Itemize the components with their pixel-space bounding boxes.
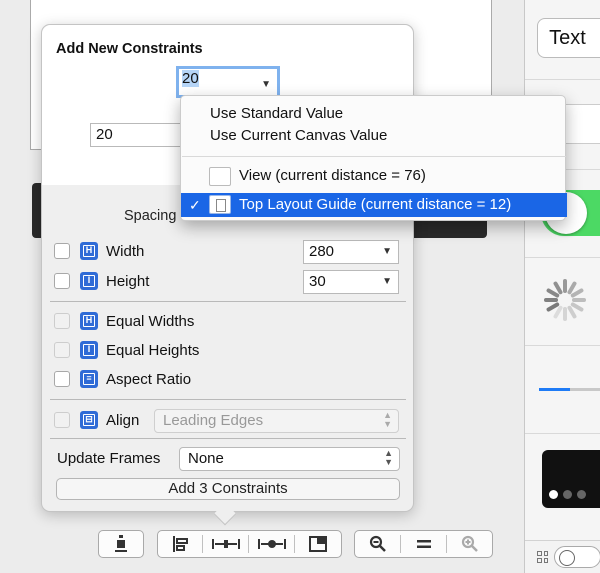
popover-title: Add New Constraints — [56, 41, 203, 57]
align-row: ⊟ Align — [54, 408, 139, 432]
equal-widths-icon: H — [80, 312, 98, 330]
progress-fill — [539, 388, 570, 391]
align-icon[interactable] — [158, 531, 202, 557]
page-dot — [577, 490, 586, 499]
zoom-in-icon[interactable] — [447, 531, 492, 557]
page-control-preview — [542, 450, 600, 508]
equal-heights-icon: I — [80, 341, 98, 359]
align-icon: ⊟ — [80, 411, 98, 429]
align-checkbox[interactable] — [54, 412, 70, 428]
aspect-ratio-row: ≡ Aspect Ratio — [54, 367, 191, 391]
chevron-down-icon[interactable]: ▼ — [261, 75, 271, 94]
equal-widths-label: Equal Widths — [106, 312, 195, 330]
library-item-page-control[interactable] — [525, 434, 600, 540]
left-spacing-field[interactable]: 20 — [90, 123, 186, 147]
filter-field[interactable] — [554, 546, 600, 568]
width-field[interactable]: 280 ▼ — [303, 240, 399, 264]
checkmark-icon: ✓ — [189, 197, 201, 213]
height-label: Height — [106, 272, 150, 290]
chevron-down-icon[interactable]: ▼ — [382, 271, 392, 293]
menu-item-standard-value[interactable]: Use Standard Value — [181, 103, 567, 125]
chevron-down-icon[interactable]: ▼ — [382, 241, 392, 263]
zoom-out-icon[interactable] — [355, 531, 400, 557]
update-frames-value: None — [188, 450, 224, 467]
divider — [50, 301, 406, 302]
library-footer — [525, 540, 600, 573]
height-row: I Height — [54, 269, 149, 293]
width-constraint-icon: H — [80, 242, 98, 260]
top-spacing-value: 20 — [182, 70, 199, 87]
menu-item-view[interactable]: View (current distance = 76) — [181, 165, 567, 187]
zoom-actual-icon[interactable] — [401, 531, 446, 557]
library-item-button[interactable]: Text — [525, 0, 600, 80]
aspect-ratio-label: Aspect Ratio — [106, 370, 192, 388]
library-item-progress-view[interactable] — [525, 346, 600, 434]
menu-item-top-layout-guide-label: Top Layout Guide (current distance = 12) — [239, 196, 512, 213]
height-constraint-icon: I — [80, 272, 98, 290]
activity-indicator-icon — [544, 279, 586, 321]
align-label: Align — [106, 411, 140, 429]
embed-icon[interactable] — [99, 531, 143, 557]
menu-item-canvas-value[interactable]: Use Current Canvas Value — [181, 125, 567, 147]
align-value: Leading Edges — [163, 412, 264, 429]
page-dot-active — [549, 490, 558, 499]
divider — [50, 438, 406, 439]
divider — [50, 399, 406, 400]
equal-heights-label: Equal Heights — [106, 341, 200, 359]
menu-separator — [182, 156, 566, 157]
pin-icon[interactable] — [203, 531, 248, 557]
view-icon — [209, 167, 231, 186]
add-constraints-button[interactable]: Add 3 Constraints — [56, 478, 400, 500]
updown-chevron-icon: ▲ ▼ — [384, 448, 393, 467]
aspect-ratio-checkbox[interactable] — [54, 371, 70, 387]
height-checkbox[interactable] — [54, 273, 70, 289]
resizing-icon[interactable] — [295, 531, 340, 557]
width-label: Width — [106, 242, 145, 260]
align-select[interactable]: Leading Edges ▲ ▼ — [154, 409, 399, 433]
grid-view-icon[interactable] — [537, 551, 549, 563]
spacing-label: Spacing — [124, 208, 177, 224]
height-field[interactable]: 30 ▼ — [303, 270, 399, 294]
equal-widths-checkbox[interactable] — [54, 313, 70, 329]
autolayout-button-group — [157, 530, 342, 558]
width-checkbox[interactable] — [54, 243, 70, 259]
text-button-preview: Text — [537, 18, 600, 58]
menu-item-view-label: View (current distance = 76) — [239, 167, 426, 184]
resolve-issues-icon[interactable] — [249, 531, 294, 557]
updown-chevron-icon: ▲ ▼ — [383, 410, 392, 429]
equal-heights-checkbox[interactable] — [54, 342, 70, 358]
equal-widths-row: H Equal Widths — [54, 309, 194, 333]
equal-heights-row: I Equal Heights — [54, 338, 199, 362]
update-frames-label: Update Frames — [57, 450, 161, 467]
top-layout-guide-icon — [209, 195, 231, 214]
zoom-button-group — [354, 530, 493, 558]
menu-item-top-layout-guide[interactable]: ✓ Top Layout Guide (current distance = 1… — [181, 193, 567, 217]
height-value: 30 — [309, 273, 326, 290]
embed-button-group — [98, 530, 144, 558]
page-dot — [563, 490, 572, 499]
width-value: 280 — [309, 243, 335, 260]
top-spacing-field[interactable]: 20 ▼ — [176, 66, 280, 98]
aspect-ratio-icon: ≡ — [80, 370, 98, 388]
update-frames-select[interactable]: None ▲ ▼ — [179, 447, 400, 471]
top-spacing-menu: Use Standard Value Use Current Canvas Va… — [180, 95, 567, 221]
left-spacing-value: 20 — [96, 126, 113, 143]
